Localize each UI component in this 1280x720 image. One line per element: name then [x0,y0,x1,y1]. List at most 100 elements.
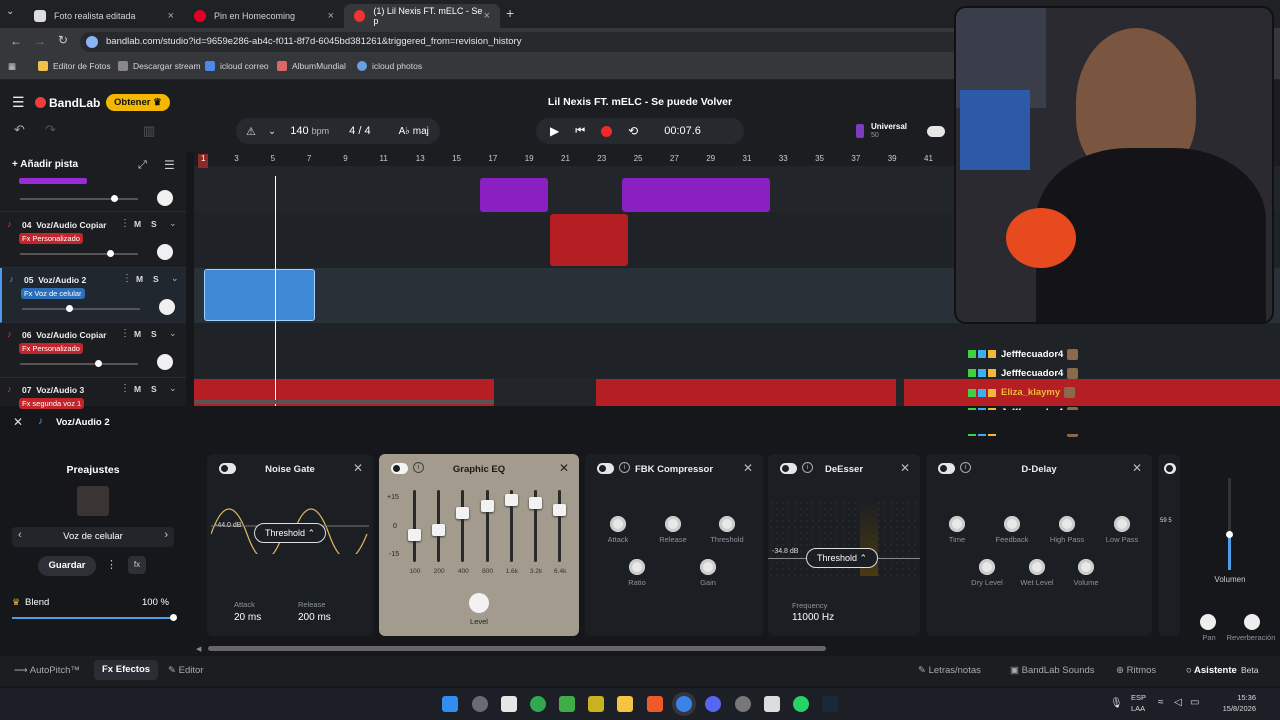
lane-06[interactable] [194,323,1280,378]
eq-level-knob[interactable] [469,593,489,613]
tab-pin-homecoming[interactable]: Pin en Homecoming × [184,4,344,28]
reverb-knob[interactable] [1244,614,1260,630]
lyrics-button[interactable]: ✎ Letras/notas [918,665,981,676]
instrument-toggle[interactable] [927,126,945,137]
effects-tab[interactable]: Fx Efectos [94,660,159,680]
eq-band-handle[interactable] [504,494,518,506]
volume-handle[interactable] [107,250,114,257]
effect-toggle[interactable] [1164,463,1176,474]
volume-knob[interactable] [1078,559,1094,575]
site-info-icon[interactable] [86,36,98,48]
capcut-icon[interactable] [764,696,780,712]
volume-handle[interactable] [111,195,118,202]
language-code[interactable]: ESP [1131,693,1146,702]
more-options-icon[interactable]: ⋮ [106,558,117,571]
close-icon[interactable]: ✕ [743,461,753,475]
app-icon[interactable] [735,696,751,712]
close-icon[interactable]: × [484,10,490,22]
new-tab-button[interactable]: + [506,5,514,21]
track-name[interactable]: 06 Voz/Audio Copiar [22,330,106,340]
track-name[interactable]: 07 Voz/Audio 3 [22,385,84,395]
volume-handle[interactable] [95,360,102,367]
eq-band-track[interactable] [461,490,465,562]
chevron-right-icon[interactable]: › [164,529,168,541]
track-name[interactable]: 05 Voz/Audio 2 [24,275,86,285]
frequency-value[interactable]: 11000 Hz [792,612,834,623]
pan-knob[interactable] [157,244,173,260]
scroll-left-icon[interactable]: ◀ [196,645,201,653]
horizontal-scrollbar[interactable] [194,400,494,404]
more-options-icon[interactable]: ⋮ [120,218,130,229]
back-icon[interactable]: ← [10,34,22,48]
eq-band-track[interactable] [558,490,562,562]
chevron-down-icon[interactable]: ⌄ [169,328,177,339]
play-icon[interactable]: ▶ [550,124,559,138]
audio-clip-selected[interactable] [204,269,315,321]
solo-button[interactable]: S [151,219,157,229]
close-icon[interactable]: ✕ [353,461,363,475]
more-options-icon[interactable]: ⋮ [120,328,130,339]
track-row[interactable]: ♪ 06 Voz/Audio Copiar ⋮ M S ⌄ Fx Personalizado [0,323,186,378]
volume-handle[interactable] [66,305,73,312]
piano-icon[interactable]: ▥ [143,123,155,139]
close-icon[interactable]: × [168,10,174,22]
keyboard-layout[interactable]: LAA [1131,704,1145,713]
track-row[interactable]: ♪ 04 Voz/Audio Copiar ⋮ M S ⌄ Fx Personalizado [0,213,186,268]
eq-band-track[interactable] [413,490,416,562]
loop-icon[interactable]: ⟲ [628,124,638,138]
volume-slider[interactable] [20,195,138,202]
deesser-threshold-button[interactable]: Threshold ⌃ [806,548,878,568]
fx-badge[interactable]: Fx Voz de celular [21,288,85,299]
volume-handle[interactable] [1226,531,1233,538]
fx-badge[interactable]: Fx segunda voz 1 [19,398,85,409]
pan-knob[interactable] [159,299,175,315]
metronome-icon[interactable]: ⚠ [246,125,256,138]
bookmark-item[interactable]: icloud photos [357,61,422,71]
clock-time[interactable]: 15:36 [1226,693,1256,702]
url-field[interactable]: bandlab.com/studio?id=9659e286-ab4c-f011… [80,32,960,52]
attack-knob[interactable] [610,516,626,532]
audio-clip-red[interactable] [596,379,896,406]
pan-knob[interactable] [157,354,173,370]
widgets-icon[interactable] [472,696,488,712]
track-row[interactable]: ♪ 05 Voz/Audio 2 ⋮ M S ⌄ Fx Voz de celular [0,268,186,323]
dry-level-knob[interactable] [979,559,995,575]
xbox-icon[interactable] [530,696,546,712]
editor-tab[interactable]: ✎ Editor [168,665,203,676]
scrollbar-thumb[interactable] [208,646,826,651]
mute-button[interactable]: M [134,384,141,394]
mic-icon[interactable]: 🎙 [1110,698,1123,709]
solo-button[interactable]: S [153,274,159,284]
volume-slider[interactable] [20,250,138,257]
eq-band-handle[interactable] [456,507,470,519]
skip-back-icon[interactable]: ⏮ [575,125,585,138]
chevron-down-icon[interactable]: ⌄ [268,126,276,137]
volume-icon[interactable]: ◁ [1174,697,1182,708]
chevron-down-icon[interactable]: ⌄ [169,218,177,229]
track-name[interactable]: 04 Voz/Audio Copiar [22,220,106,230]
bookmark-item[interactable]: Descargar stream [118,61,201,71]
eq-band-handle[interactable] [432,524,446,536]
noise-gate-threshold-button[interactable]: Threshold ⌃ [254,523,326,543]
start-icon[interactable] [442,696,458,712]
record-icon[interactable] [601,125,613,137]
ratio-knob[interactable] [629,559,645,575]
whatsapp-icon[interactable] [793,696,809,712]
chrome-icon[interactable] [676,696,692,712]
key-selector[interactable]: A♭ maj [399,126,429,137]
folder-icon[interactable] [617,696,633,712]
store-icon[interactable] [501,696,517,712]
minecraft-icon[interactable] [559,696,575,712]
chevron-down-icon[interactable]: ⌄ [171,273,179,284]
release-value[interactable]: 200 ms [298,612,331,623]
audio-clip-red[interactable] [550,214,628,266]
wet-level-knob[interactable] [1029,559,1045,575]
autopitch-button[interactable]: ⟿ AutoPitch™ [14,665,80,676]
volume-slider[interactable] [22,305,140,312]
brave-icon[interactable] [647,696,663,712]
eq-band-handle[interactable] [529,497,542,509]
pan-knob[interactable] [157,190,173,206]
rhythms-button[interactable]: ⊕ Ritmos [1116,665,1156,676]
bookmark-item[interactable]: Editor de Fotos [38,61,111,71]
release-knob[interactable] [665,516,681,532]
